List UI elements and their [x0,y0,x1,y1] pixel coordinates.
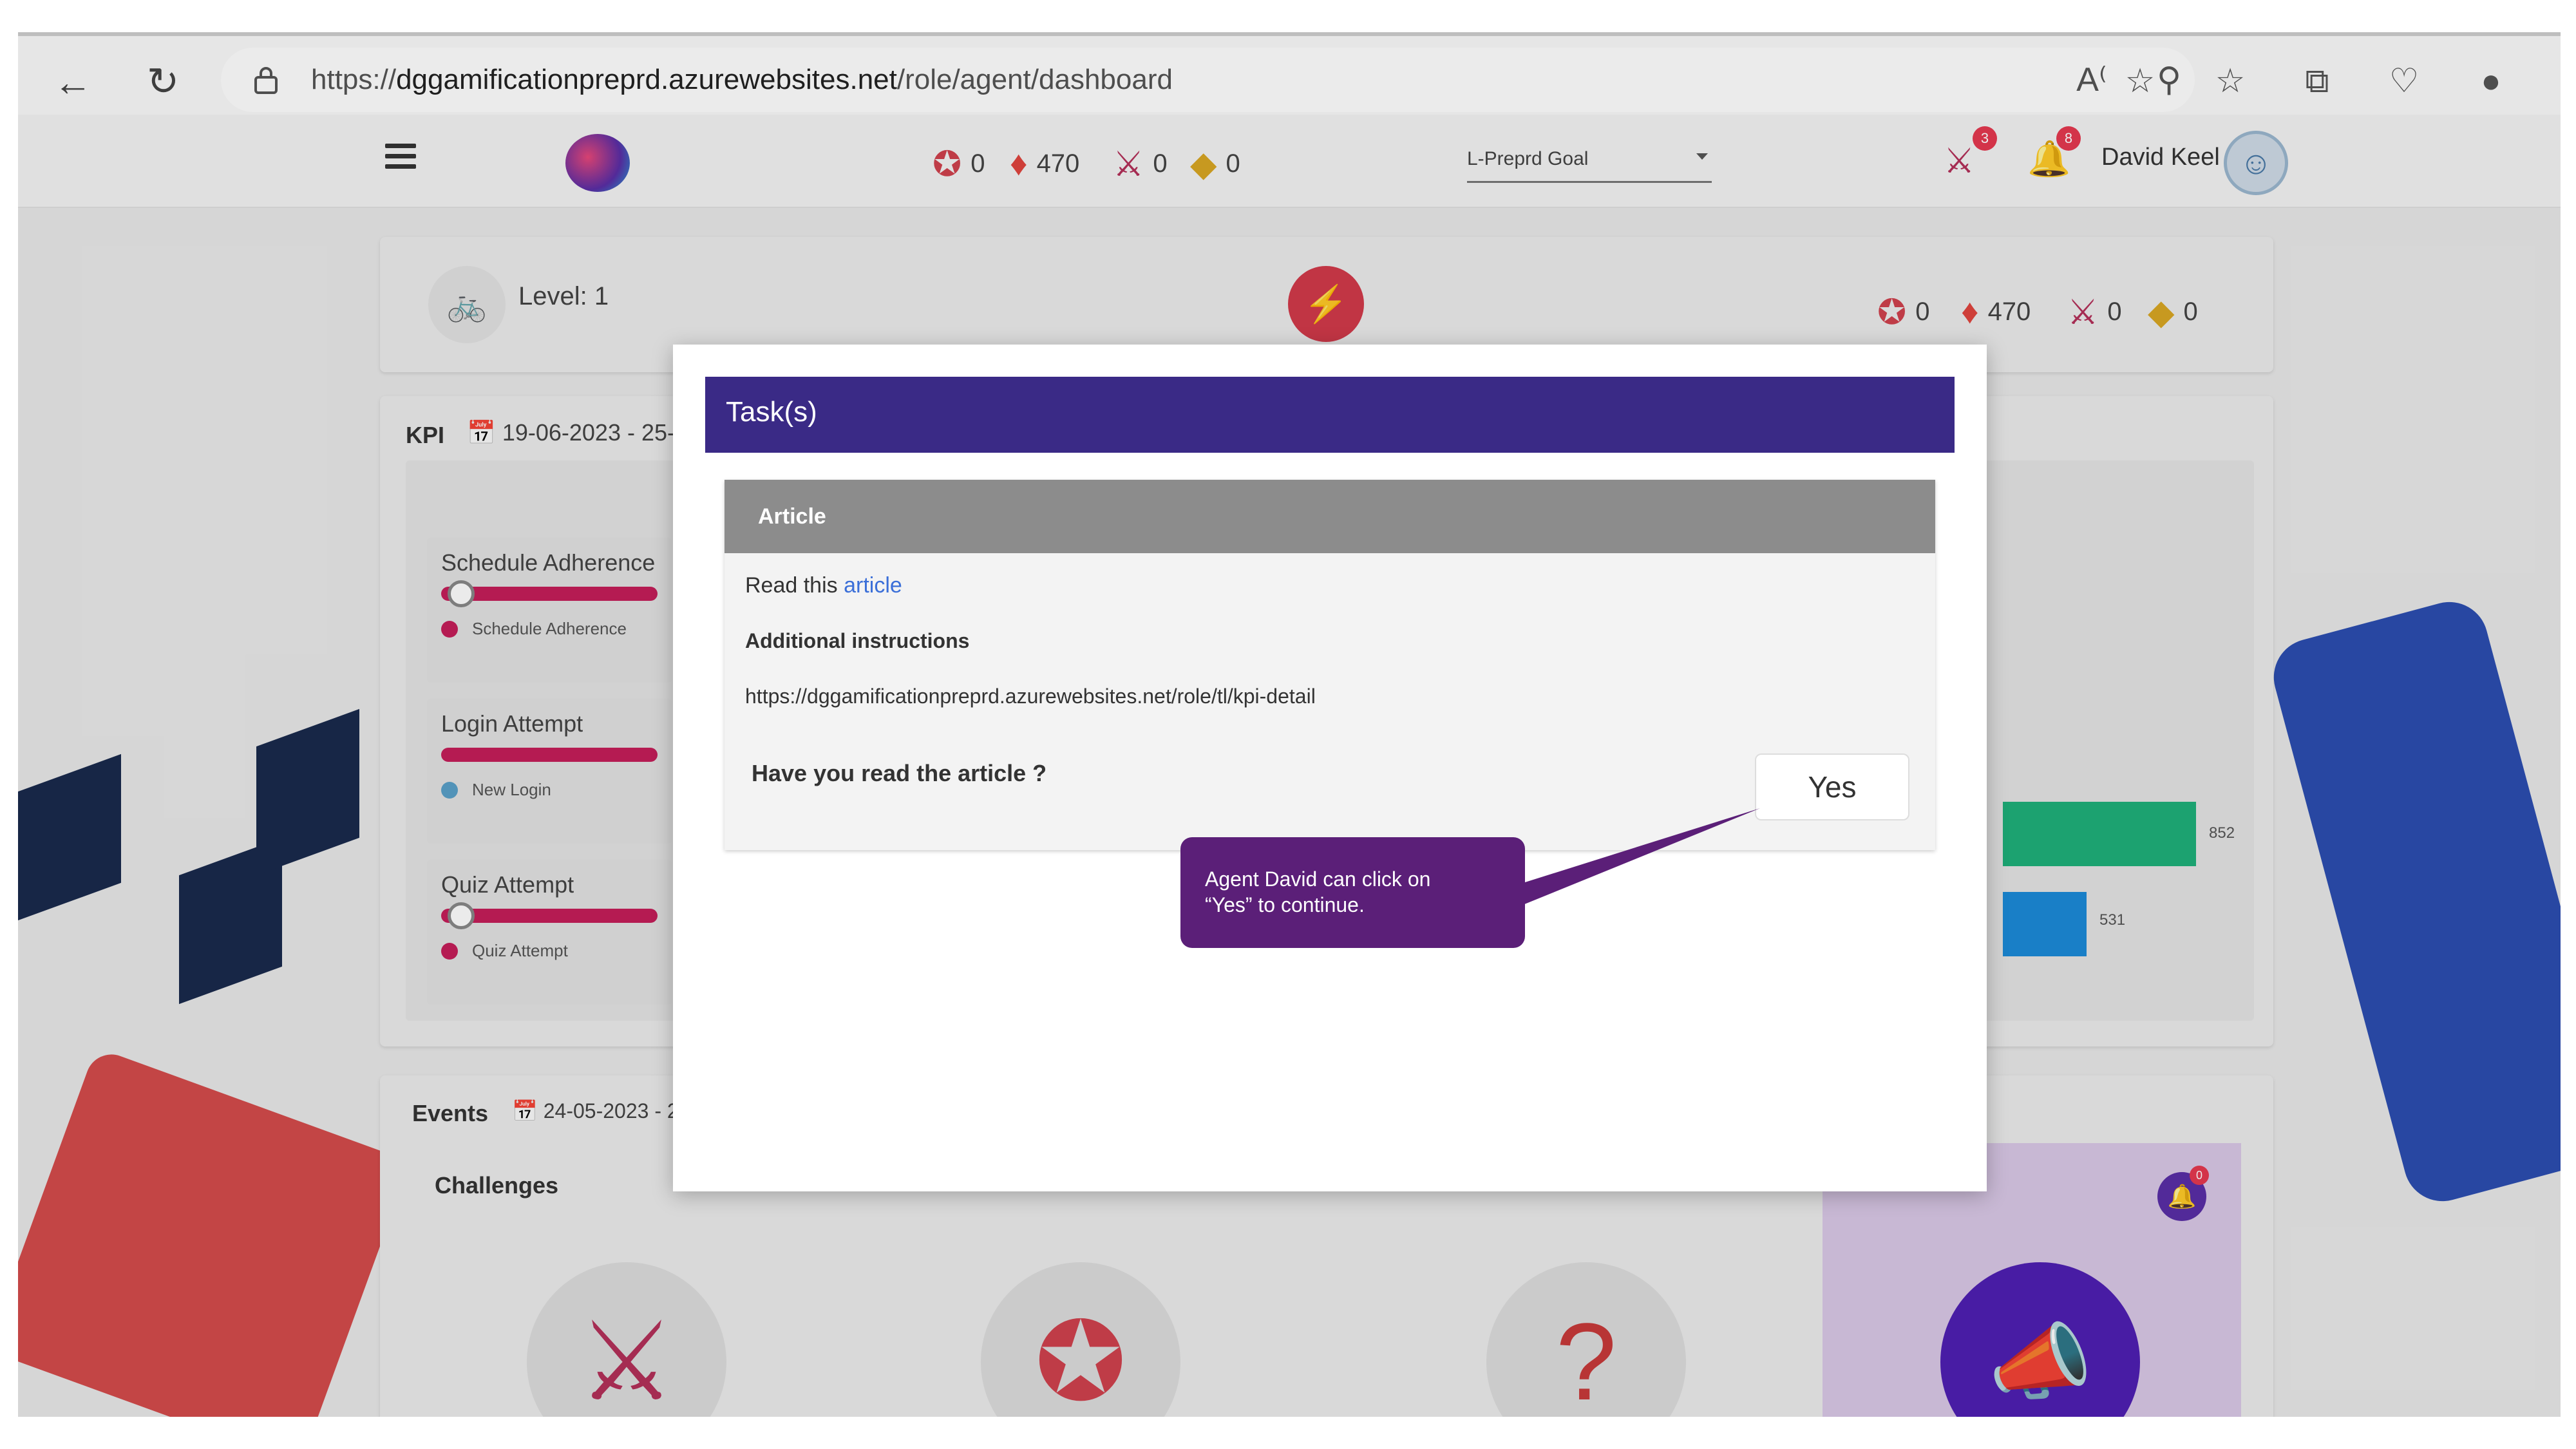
callout-pointer [1499,808,1760,914]
article-task-card: Article Read this article Additional ins… [724,480,1935,850]
modal-title: Task(s) [705,377,1955,453]
article-card-title: Article [724,480,1935,553]
read-article-line: Read this article [745,573,902,598]
read-question: Have you read the article ? [752,760,1047,786]
instruction-callout: Agent David can click on “Yes” to contin… [1180,837,1525,948]
instructions-url: https://dggamificationpreprd.azurewebsit… [745,685,1316,708]
tasks-modal: Task(s) Article Read this article Additi… [673,345,1987,1191]
article-link[interactable]: article [844,573,902,598]
yes-button[interactable]: Yes [1755,753,1909,820]
browser-window: ← ↻ https://dggamificationpreprd.azurewe… [18,32,2561,1417]
additional-instructions-label: Additional instructions [745,629,970,652]
